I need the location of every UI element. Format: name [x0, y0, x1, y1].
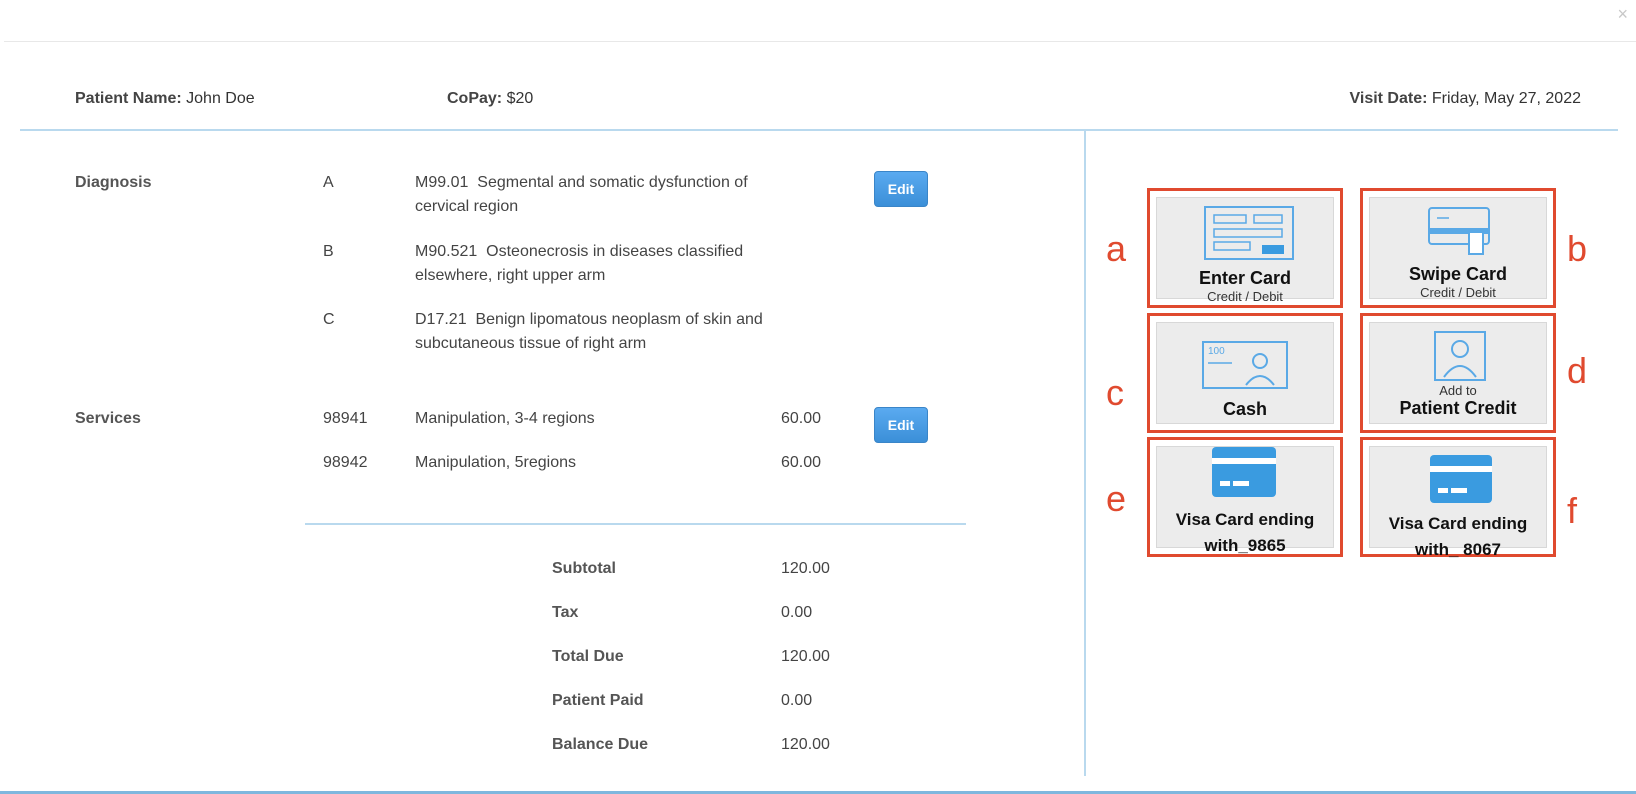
annotation-letter-f: f [1567, 490, 1578, 531]
cash-bill-value: 100 [1208, 346, 1225, 357]
visa-8067-line1: Visa Card ending [1388, 514, 1528, 533]
credit-card-icon [1212, 447, 1276, 497]
visa-8067-line2: with_ 8067 [1415, 540, 1501, 559]
visa-9865-button[interactable]: Visa Card ending with_9865 [1147, 437, 1343, 557]
visa-9865-line2: with_9865 [1204, 536, 1286, 555]
diagnosis-code: D17.21 [415, 311, 467, 328]
swipe-card-face: Swipe Card Credit / Debit [1369, 197, 1547, 300]
balance-due-label: Balance Due [552, 736, 649, 753]
visa-8067-button[interactable]: Visa Card ending with_ 8067 [1360, 437, 1556, 559]
diagnosis-item: M90.521 Osteonecrosis in diseases classi… [415, 240, 835, 288]
summary-divider [305, 523, 966, 525]
swipe-card-button[interactable]: Swipe Card Credit / Debit [1360, 188, 1556, 308]
credit-card-icon [1430, 455, 1492, 503]
patient-name-value: John Doe [186, 90, 255, 107]
swipe-card-title: Swipe Card [1408, 264, 1508, 284]
diagnosis-desc-line1: Segmental and somatic dysfunction of [477, 174, 748, 191]
annotation-letter-a: a [1106, 228, 1127, 269]
diagnosis-item: M99.01 Segmental and somatic dysfunction… [415, 171, 835, 219]
total-due-value: 120.00 [781, 648, 830, 665]
services-label: Services [75, 410, 141, 427]
visit-date: Visit Date: Friday, May 27, 2022 [1349, 90, 1581, 108]
patient-credit-face: Add to Patient Credit [1369, 322, 1547, 424]
enter-card-face: Enter Card Credit / Debit [1156, 197, 1334, 304]
diagnosis-desc-line2: cervical region [415, 198, 519, 215]
patient-credit-title: Patient Credit [1399, 398, 1517, 418]
close-icon[interactable]: × [1617, 4, 1628, 24]
cash-button[interactable]: 100 Cash [1147, 313, 1343, 433]
annotation-letter-e: e [1106, 478, 1127, 519]
diagnosis-letter: A [323, 174, 334, 191]
patient-credit-button[interactable]: Add to Patient Credit [1360, 313, 1556, 433]
diagnosis-letter: B [323, 243, 334, 260]
subtotal-label: Subtotal [552, 560, 616, 577]
visit-date-value: Friday, May 27, 2022 [1431, 90, 1581, 107]
patient-paid-label: Patient Paid [552, 692, 644, 709]
copay-value: $20 [506, 90, 534, 107]
patient-name-label: Patient Name: [75, 90, 182, 107]
visa-9865-line1: Visa Card ending [1175, 510, 1315, 529]
cash-face: 100 Cash [1156, 322, 1334, 424]
edit-diagnosis-button[interactable]: Edit [874, 171, 928, 207]
modal-topbar [4, 0, 1636, 42]
header-divider [20, 129, 1618, 131]
edit-services-button[interactable]: Edit [874, 407, 928, 443]
annotation-letter-c: c [1106, 372, 1124, 413]
swipe-card-subtitle: Credit / Debit [1420, 285, 1496, 300]
service-amount: 60.00 [781, 454, 822, 471]
diagnosis-desc-line2: subcutaneous tissue of right arm [415, 335, 647, 352]
cash-title: Cash [1222, 399, 1267, 419]
visa-9865-face: Visa Card ending with_9865 [1156, 446, 1334, 555]
diagnosis-label: Diagnosis [75, 174, 152, 191]
patient-credit-pre: Add to [1439, 383, 1477, 398]
service-desc: Manipulation, 3-4 regions [415, 410, 595, 427]
visa-8067-face: Visa Card ending with_ 8067 [1369, 446, 1547, 559]
patient-paid-value: 0.00 [781, 692, 813, 709]
service-desc: Manipulation, 5regions [415, 454, 576, 471]
enter-card-subtitle: Credit / Debit [1207, 289, 1283, 304]
diagnosis-item: D17.21 Benign lipomatous neoplasm of ski… [415, 308, 855, 356]
service-code: 98941 [323, 410, 368, 427]
diagnosis-code: M90.521 [415, 243, 478, 260]
subtotal-value: 120.00 [781, 560, 830, 577]
diagnosis-letter: C [323, 311, 335, 328]
annotation-letter-b: b [1567, 228, 1588, 269]
copay-label: CoPay: [447, 90, 503, 107]
diagnosis-desc-line1: Benign lipomatous neoplasm of skin and [475, 311, 763, 328]
annotation-letter-d: d [1567, 350, 1588, 391]
service-code: 98942 [323, 454, 368, 471]
patient-name: Patient Name: John Doe [75, 90, 255, 108]
diagnosis-desc-line1: Osteonecrosis in diseases classified [486, 243, 744, 260]
service-amount: 60.00 [781, 410, 822, 427]
enter-card-title: Enter Card [1198, 268, 1292, 288]
card-form-icon [1204, 206, 1294, 260]
tax-label: Tax [552, 604, 579, 621]
balance-due-value: 120.00 [781, 736, 830, 753]
copay: CoPay: $20 [447, 90, 533, 108]
column-divider [1084, 131, 1086, 776]
patient-icon [1434, 331, 1486, 381]
total-due-label: Total Due [552, 648, 624, 665]
swipe-card-icon [1428, 207, 1490, 255]
cash-bill-icon: 100 [1202, 341, 1288, 389]
diagnosis-desc-line2: elsewhere, right upper arm [415, 267, 606, 284]
enter-card-button[interactable]: Enter Card Credit / Debit [1147, 188, 1343, 308]
tax-value: 0.00 [781, 604, 813, 621]
visit-date-label: Visit Date: [1349, 90, 1428, 107]
diagnosis-code: M99.01 [415, 174, 469, 191]
